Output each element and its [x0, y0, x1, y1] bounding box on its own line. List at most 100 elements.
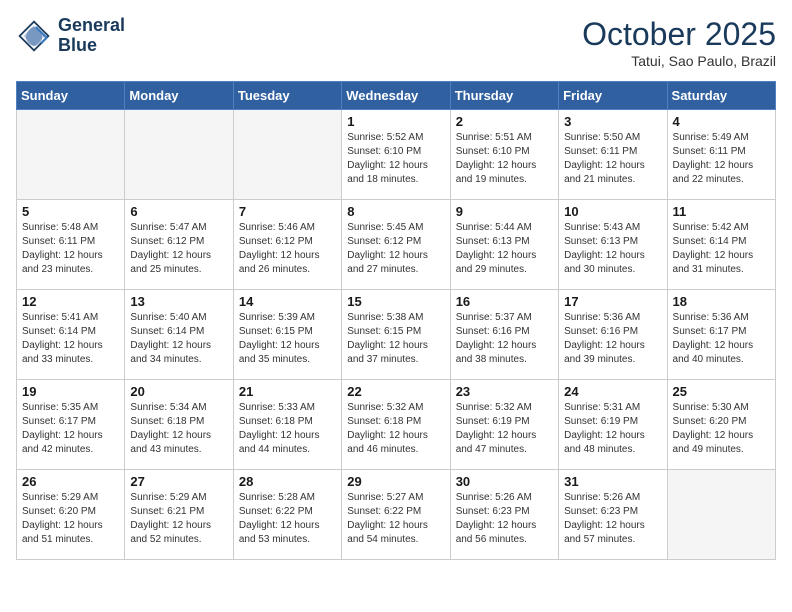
day-number: 21 — [239, 384, 336, 399]
calendar-cell: 11Sunrise: 5:42 AM Sunset: 6:14 PM Dayli… — [667, 200, 775, 290]
calendar-table: SundayMondayTuesdayWednesdayThursdayFrid… — [16, 81, 776, 560]
day-number: 9 — [456, 204, 553, 219]
calendar-cell: 23 Sunrise: 5:32 AM Sunset: 6:19 PM Dayli… — [450, 380, 558, 470]
calendar-cell: 18Sunrise: 5:36 AM Sunset: 6:17 PM Dayli… — [667, 290, 775, 380]
day-info: Sunrise: 5:31 AM Sunset: 6:19 PM Dayligh… — [564, 401, 661, 457]
calendar-cell — [233, 110, 341, 200]
calendar-cell: 9 Sunrise: 5:44 AM Sunset: 6:13 PM Daylig… — [450, 200, 558, 290]
logo-line2: Blue — [58, 36, 125, 56]
day-number: 3 — [564, 114, 661, 129]
calendar-cell: 6 Sunrise: 5:47 AM Sunset: 6:12 PM Daylig… — [125, 200, 233, 290]
day-number: 23 — [456, 384, 553, 399]
day-number: 31 — [564, 474, 661, 489]
day-number: 27 — [130, 474, 227, 489]
month-title: October 2025 — [582, 16, 776, 53]
day-info: Sunrise: 5:47 AM Sunset: 6:12 PM Dayligh… — [130, 221, 227, 277]
calendar-cell: 27Sunrise: 5:29 AM Sunset: 6:21 PM Dayli… — [125, 470, 233, 560]
logo-icon — [16, 18, 52, 54]
day-info: Sunrise: 5:27 AM Sunset: 6:22 PM Dayligh… — [347, 491, 444, 547]
calendar-cell: 14 Sunrise: 5:39 AM Sunset: 6:15 PM Dayli… — [233, 290, 341, 380]
day-number: 13 — [130, 294, 227, 309]
calendar-cell: 2 Sunrise: 5:51 AM Sunset: 6:10 PM Daylig… — [450, 110, 558, 200]
day-info: Sunrise: 5:34 AM Sunset: 6:18 PM Dayligh… — [130, 401, 227, 457]
day-number: 15 — [347, 294, 444, 309]
day-number: 14 — [239, 294, 336, 309]
calendar-cell: 28 Sunrise: 5:28 AM Sunset: 6:22 PM Dayli… — [233, 470, 341, 560]
day-info: Sunrise: 5:26 AM Sunset: 6:23 PM Dayligh… — [564, 491, 661, 547]
day-number: 4 — [673, 114, 770, 129]
day-number: 17 — [564, 294, 661, 309]
calendar-cell: 1Sunrise: 5:52 AM Sunset: 6:10 PM Daylig… — [342, 110, 450, 200]
header-monday: Monday — [125, 82, 233, 110]
day-number: 1 — [347, 114, 444, 129]
calendar-cell: 4Sunrise: 5:49 AM Sunset: 6:11 PM Daylig… — [667, 110, 775, 200]
calendar-cell — [17, 110, 125, 200]
day-info: Sunrise: 5:44 AM Sunset: 6:13 PM Dayligh… — [456, 221, 553, 277]
day-info: Sunrise: 5:37 AM Sunset: 6:16 PM Dayligh… — [456, 311, 553, 367]
header-sunday: Sunday — [17, 82, 125, 110]
calendar-cell: 15 Sunrise: 5:38 AM Sunset: 6:15 PM Dayli… — [342, 290, 450, 380]
calendar-week-3: 12 Sunrise: 5:41 AM Sunset: 6:14 PM Dayli… — [17, 290, 776, 380]
day-info: Sunrise: 5:29 AM Sunset: 6:20 PM Dayligh… — [22, 491, 119, 547]
day-number: 12 — [22, 294, 119, 309]
day-info: Sunrise: 5:38 AM Sunset: 6:15 PM Dayligh… — [347, 311, 444, 367]
calendar-cell: 30Sunrise: 5:26 AM Sunset: 6:23 PM Dayli… — [450, 470, 558, 560]
day-number: 11 — [673, 204, 770, 219]
header-friday: Friday — [559, 82, 667, 110]
day-info: Sunrise: 5:32 AM Sunset: 6:19 PM Dayligh… — [456, 401, 553, 457]
day-info: Sunrise: 5:33 AM Sunset: 6:18 PM Dayligh… — [239, 401, 336, 457]
day-info: Sunrise: 5:48 AM Sunset: 6:11 PM Dayligh… — [22, 221, 119, 277]
calendar-cell: 24 Sunrise: 5:31 AM Sunset: 6:19 PM Dayli… — [559, 380, 667, 470]
location: Tatui, Sao Paulo, Brazil — [582, 53, 776, 69]
calendar-cell: 19 Sunrise: 5:35 AM Sunset: 6:17 PM Dayli… — [17, 380, 125, 470]
calendar-week-5: 26 Sunrise: 5:29 AM Sunset: 6:20 PM Dayli… — [17, 470, 776, 560]
day-info: Sunrise: 5:28 AM Sunset: 6:22 PM Dayligh… — [239, 491, 336, 547]
day-number: 2 — [456, 114, 553, 129]
calendar-cell — [125, 110, 233, 200]
day-info: Sunrise: 5:40 AM Sunset: 6:14 PM Dayligh… — [130, 311, 227, 367]
calendar-cell: 16 Sunrise: 5:37 AM Sunset: 6:16 PM Dayli… — [450, 290, 558, 380]
logo-text: General Blue — [58, 16, 125, 56]
title-block: October 2025 Tatui, Sao Paulo, Brazil — [582, 16, 776, 69]
day-info: Sunrise: 5:36 AM Sunset: 6:16 PM Dayligh… — [564, 311, 661, 367]
logo: General Blue — [16, 16, 125, 56]
day-info: Sunrise: 5:26 AM Sunset: 6:23 PM Dayligh… — [456, 491, 553, 547]
calendar-cell: 7Sunrise: 5:46 AM Sunset: 6:12 PM Daylig… — [233, 200, 341, 290]
day-number: 28 — [239, 474, 336, 489]
calendar-cell: 8 Sunrise: 5:45 AM Sunset: 6:12 PM Daylig… — [342, 200, 450, 290]
calendar-cell: 25 Sunrise: 5:30 AM Sunset: 6:20 PM Dayli… — [667, 380, 775, 470]
day-number: 20 — [130, 384, 227, 399]
calendar-week-2: 5 Sunrise: 5:48 AM Sunset: 6:11 PM Daylig… — [17, 200, 776, 290]
calendar-cell: 17 Sunrise: 5:36 AM Sunset: 6:16 PM Dayli… — [559, 290, 667, 380]
day-number: 7 — [239, 204, 336, 219]
header-wednesday: Wednesday — [342, 82, 450, 110]
day-info: Sunrise: 5:51 AM Sunset: 6:10 PM Dayligh… — [456, 131, 553, 187]
header-thursday: Thursday — [450, 82, 558, 110]
calendar-cell: 29Sunrise: 5:27 AM Sunset: 6:22 PM Dayli… — [342, 470, 450, 560]
day-number: 25 — [673, 384, 770, 399]
calendar-cell: 31 Sunrise: 5:26 AM Sunset: 6:23 PM Dayli… — [559, 470, 667, 560]
calendar-cell: 5 Sunrise: 5:48 AM Sunset: 6:11 PM Daylig… — [17, 200, 125, 290]
calendar-cell: 10Sunrise: 5:43 AM Sunset: 6:13 PM Dayli… — [559, 200, 667, 290]
calendar-week-1: 1Sunrise: 5:52 AM Sunset: 6:10 PM Daylig… — [17, 110, 776, 200]
day-number: 19 — [22, 384, 119, 399]
day-info: Sunrise: 5:41 AM Sunset: 6:14 PM Dayligh… — [22, 311, 119, 367]
day-info: Sunrise: 5:35 AM Sunset: 6:17 PM Dayligh… — [22, 401, 119, 457]
calendar-week-4: 19 Sunrise: 5:35 AM Sunset: 6:17 PM Dayli… — [17, 380, 776, 470]
day-info: Sunrise: 5:43 AM Sunset: 6:13 PM Dayligh… — [564, 221, 661, 277]
day-info: Sunrise: 5:30 AM Sunset: 6:20 PM Dayligh… — [673, 401, 770, 457]
day-number: 24 — [564, 384, 661, 399]
day-info: Sunrise: 5:50 AM Sunset: 6:11 PM Dayligh… — [564, 131, 661, 187]
day-number: 16 — [456, 294, 553, 309]
calendar-cell: 3 Sunrise: 5:50 AM Sunset: 6:11 PM Daylig… — [559, 110, 667, 200]
day-number: 8 — [347, 204, 444, 219]
day-number: 5 — [22, 204, 119, 219]
day-info: Sunrise: 5:39 AM Sunset: 6:15 PM Dayligh… — [239, 311, 336, 367]
day-number: 26 — [22, 474, 119, 489]
day-info: Sunrise: 5:45 AM Sunset: 6:12 PM Dayligh… — [347, 221, 444, 277]
page-header: General Blue October 2025 Tatui, Sao Pau… — [16, 16, 776, 69]
calendar-cell: 26 Sunrise: 5:29 AM Sunset: 6:20 PM Dayli… — [17, 470, 125, 560]
day-number: 6 — [130, 204, 227, 219]
calendar-cell: 12 Sunrise: 5:41 AM Sunset: 6:14 PM Dayli… — [17, 290, 125, 380]
header-tuesday: Tuesday — [233, 82, 341, 110]
